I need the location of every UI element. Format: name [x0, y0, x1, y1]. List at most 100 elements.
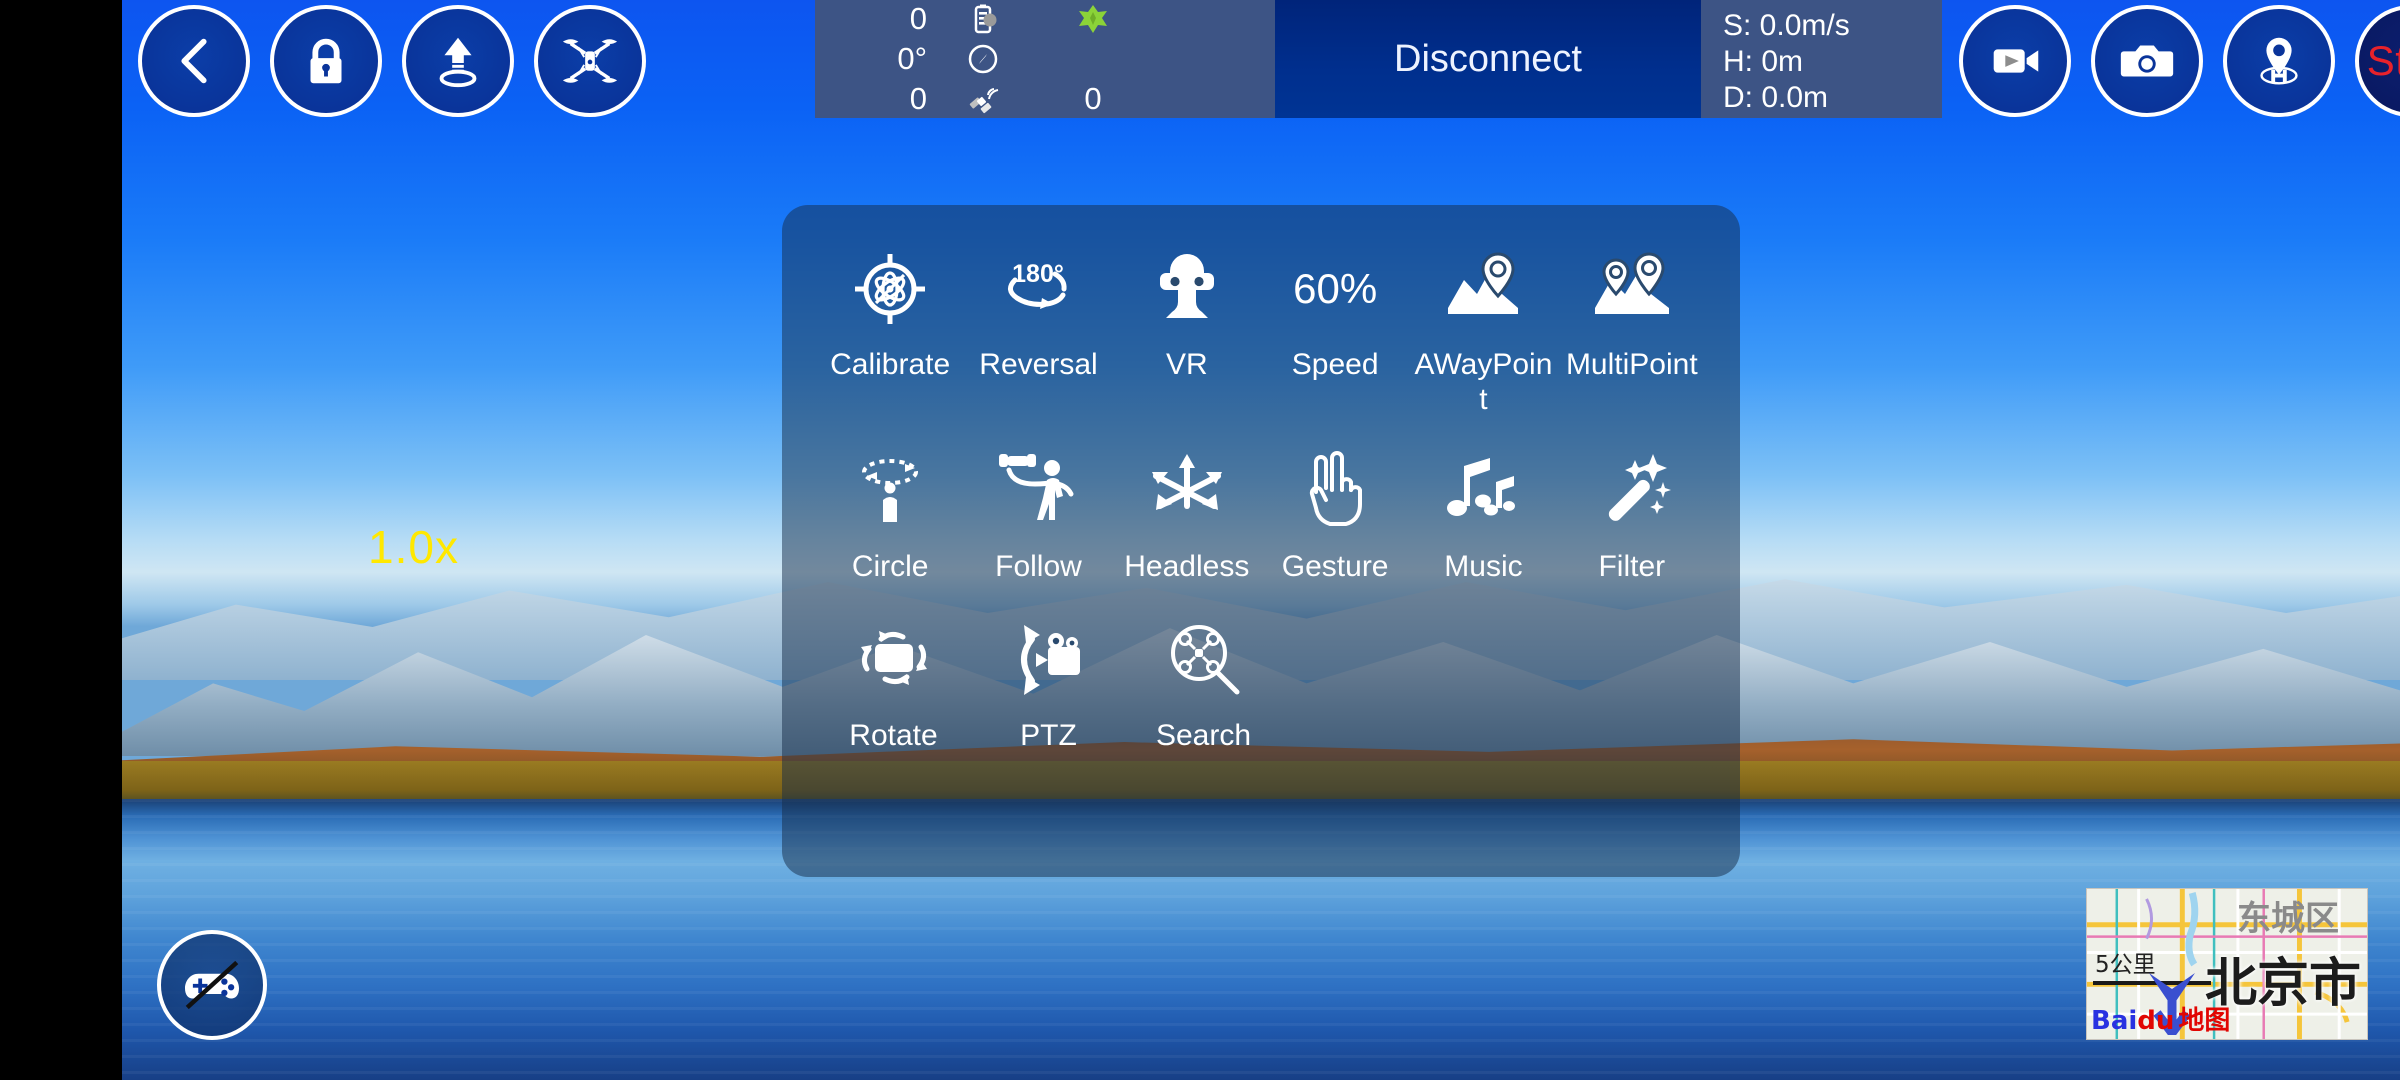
ptz-camera-icon [1020, 625, 1080, 695]
gesture-icon-wrap [1292, 439, 1378, 543]
satellite-icon-wrap [967, 80, 999, 118]
compass-icon-wrap [967, 40, 999, 78]
music-icon-wrap [1440, 439, 1526, 543]
menu-item-label: VR [1165, 348, 1208, 381]
battery-value: 0 [909, 1, 927, 36]
follow-me-icon [999, 454, 1074, 520]
minimap-widget[interactable]: 东城区 北京市 5公里 Baidu 地图 [2086, 888, 2368, 1040]
signal-icon-wrap [1077, 0, 1109, 38]
status-right-column: . 0 [1033, 0, 1153, 118]
menu-item-awaypoint[interactable]: AWayPoint [1409, 237, 1557, 417]
menu-item-follow[interactable]: Follow [964, 439, 1112, 584]
menu-item-search[interactable]: Search [1126, 608, 1281, 753]
menu-item-circle[interactable]: Circle [816, 439, 964, 584]
menu-item-filter[interactable]: Filter [1558, 439, 1706, 584]
menu-item-label: Rotate [849, 719, 938, 752]
menu-item-label: Gesture [1281, 550, 1389, 583]
menu-item-music[interactable]: Music [1409, 439, 1557, 584]
telemetry-speed: S: 0.0m/s [1723, 9, 1850, 42]
menu-item-label: MultiPoint [1565, 348, 1698, 381]
menu-item-speed[interactable]: 60% Speed [1261, 237, 1409, 417]
rotate-screen-icon [860, 631, 927, 685]
calibrate-icon-wrap [847, 237, 933, 341]
home-pin-icon [2260, 37, 2298, 85]
logo-text-ditu: 地图 [2178, 1006, 2231, 1036]
menu-row-1: Calibrate 180° Reversal VR 60% Speed AWa… [816, 237, 1706, 417]
stop-button-label: Stop [2366, 37, 2400, 84]
speed-percent-text: 60% [1293, 265, 1378, 312]
menu-item-label: Reversal [979, 348, 1098, 381]
telemetry-panel: S: 0.0m/s H: 0m D: 0.0m [1701, 0, 1942, 118]
menu-item-calibrate[interactable]: Calibrate [816, 237, 964, 417]
circle-icon-wrap [847, 439, 933, 543]
awaypoint-icon-wrap [1440, 237, 1526, 341]
music-notes-icon [1447, 458, 1516, 516]
zoom-level-indicator: 1.0x [368, 521, 459, 573]
signal-star-icon [1079, 5, 1107, 33]
return-home-button[interactable] [2223, 5, 2335, 117]
search-icon-wrap [1161, 608, 1247, 712]
calibrate-target-icon [855, 254, 926, 324]
menu-row-3: Rotate PTZ Search [816, 608, 1706, 753]
menu-item-reversal[interactable]: 180° Reversal [964, 237, 1112, 417]
logo-text-du: du [2137, 1006, 2175, 1036]
rotate-icon-wrap [851, 608, 937, 712]
menu-item-headless[interactable]: Headless [1113, 439, 1261, 584]
reversal-icon-wrap: 180° [995, 237, 1081, 341]
menu-item-label: Music [1444, 550, 1523, 583]
drone-button[interactable] [534, 5, 646, 117]
flight-status-panel: 0 0° 0 0 [815, 0, 1275, 118]
satellite-icon [969, 88, 999, 114]
menu-item-label: Search [1155, 719, 1252, 752]
menu-item-label: PTZ [1020, 719, 1077, 752]
satellite-value-left: 0 [909, 81, 927, 116]
feature-menu-panel: Calibrate 180° Reversal VR 60% Speed AWa… [782, 205, 1740, 877]
lock-button[interactable] [270, 5, 382, 117]
gamepad-disabled-icon [185, 960, 239, 1010]
drone-app-screen: 1.0x 0 0° 0 0 Disconnect S: 0.0m/s H: 0m… [0, 0, 2400, 1080]
stop-button[interactable]: Stop [2355, 5, 2400, 117]
map-district-label: 东城区 [2237, 899, 2339, 939]
battery-icon [974, 4, 997, 34]
record-video-button[interactable] [1959, 5, 2071, 117]
menu-row-2: Circle Follow Headless Gesture Music Fil… [816, 439, 1706, 584]
heading-value: 0° [897, 41, 927, 76]
connection-status-label: Disconnect [1394, 37, 1582, 80]
satellite-value-right: 0 [1084, 81, 1102, 116]
menu-item-gesture[interactable]: Gesture [1261, 439, 1409, 584]
menu-item-label: Headless [1124, 550, 1250, 583]
hand-gesture-icon [1310, 451, 1363, 526]
vr-icon-wrap [1144, 237, 1230, 341]
orbit-circle-icon [862, 459, 919, 522]
chevron-left-icon [181, 38, 207, 84]
takeoff-button[interactable] [402, 5, 514, 117]
telemetry-distance: D: 0.0m [1723, 81, 1829, 114]
vr-goggles-icon [1159, 254, 1214, 318]
quadcopter-icon [562, 39, 618, 83]
ptz-icon-wrap [1006, 608, 1092, 712]
top-toolbar: 0 0° 0 0 Disconnect S: 0.0m/s H: 0m D: 0… [122, 0, 2400, 122]
menu-item-ptz[interactable]: PTZ [971, 608, 1126, 753]
headless-icon-wrap [1144, 439, 1230, 543]
waypoint-map-icon [1448, 252, 1519, 314]
menu-item-label: Follow [995, 550, 1082, 583]
back-button[interactable] [138, 5, 250, 117]
status-icons-column [933, 0, 1033, 118]
joystick-toggle-button[interactable] [157, 930, 267, 1040]
take-photo-button[interactable] [2091, 5, 2203, 117]
menu-item-multipoint[interactable]: MultiPoint [1558, 237, 1706, 417]
menu-item-rotate[interactable]: Rotate [816, 608, 971, 753]
status-values-column: 0 0° 0 [841, 0, 933, 118]
connection-status-bar[interactable]: Disconnect [1275, 0, 1701, 118]
menu-item-label: Circle [851, 550, 929, 583]
reversal-180-icon: 180° [1008, 260, 1068, 309]
multipoint-icon-wrap [1589, 237, 1675, 341]
menu-item-vr[interactable]: VR [1113, 237, 1261, 417]
multipoint-map-icon [1594, 252, 1669, 314]
menu-item-label: Speed [1291, 348, 1379, 381]
photo-camera-icon [2120, 45, 2174, 77]
menu-item-label: AWayPoint [1414, 348, 1553, 416]
compass-icon [968, 44, 998, 74]
headless-arrows-icon [1151, 454, 1222, 510]
search-drone-icon [1170, 625, 1239, 695]
